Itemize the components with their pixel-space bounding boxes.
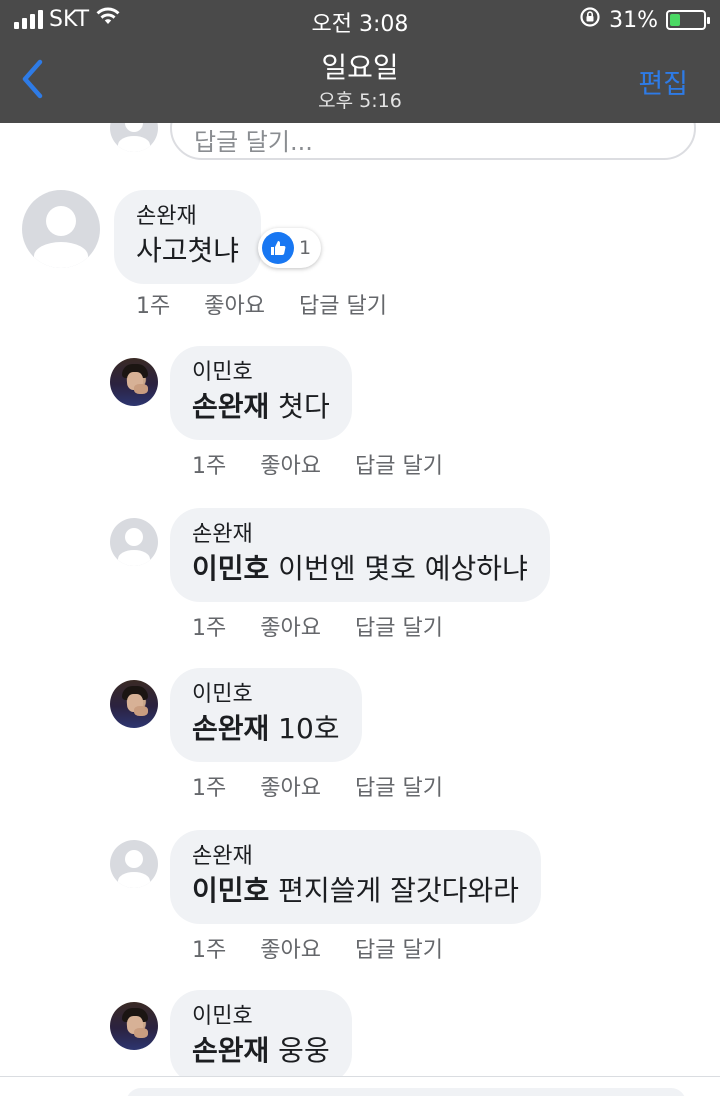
comment-text: 이민호 이번엔 몇호 예상하냐 [192, 552, 528, 585]
comment-actions: 1주 좋아요 답글 달기 [192, 610, 443, 642]
avatar-photo[interactable] [110, 1002, 158, 1050]
comment-bubble[interactable]: 이민호 손완재 10호 [170, 668, 362, 762]
bottom-comment-input[interactable] [126, 1088, 686, 1096]
like-button[interactable]: 좋아요 [204, 288, 265, 320]
reply-button[interactable]: 답글 달기 [355, 448, 443, 480]
comment-author[interactable]: 이민호 [192, 680, 340, 710]
comment-author[interactable]: 이민호 [192, 1002, 330, 1032]
comment-text: 손완재 웅웅 [192, 1034, 330, 1067]
comment-actions: 1주 좋아요 답글 달기 [192, 770, 443, 802]
like-button[interactable]: 좋아요 [260, 610, 321, 642]
top-bar: SKT 오전 3:08 31% 일요일 오후 5:16 편집 [0, 0, 720, 123]
comment-author[interactable]: 손완재 [192, 520, 528, 550]
comment-age: 1주 [192, 938, 227, 963]
battery-icon [666, 10, 710, 30]
comment-actions: 1주 좋아요 답글 달기 [192, 448, 443, 480]
reply-button[interactable]: 답글 달기 [355, 932, 443, 964]
avatar[interactable] [110, 840, 158, 888]
comment-text: 사고쳣냐 [136, 234, 240, 267]
mention-link[interactable]: 이민호 [192, 552, 269, 585]
comment-text: 이민호 편지쓸게 잘갓다와라 [192, 874, 519, 907]
comment-bubble[interactable]: 이민호 손완재 쳣다 [170, 346, 352, 440]
comment-actions: 1주 좋아요 답글 달기 [136, 288, 387, 320]
nav-subtitle: 오후 5:16 [318, 90, 402, 112]
avatar-photo[interactable] [110, 358, 158, 406]
comment-bubble[interactable]: 손완재 이민호 이번엔 몇호 예상하냐 [170, 508, 550, 602]
comment-author[interactable]: 이민호 [192, 358, 330, 388]
comment-age: 1주 [192, 616, 227, 641]
comment-age: 1주 [136, 294, 171, 319]
like-button[interactable]: 좋아요 [260, 932, 321, 964]
reply-button[interactable]: 답글 달기 [299, 288, 387, 320]
rotation-lock-icon [579, 6, 601, 34]
status-bar: SKT 오전 3:08 31% [0, 0, 720, 40]
avatar[interactable] [110, 518, 158, 566]
reply-button[interactable]: 답글 달기 [355, 770, 443, 802]
mention-link[interactable]: 손완재 [192, 1034, 269, 1067]
comment-actions: 1주 좋아요 답글 달기 [192, 932, 443, 964]
battery-percent: 31% [609, 7, 658, 33]
reply-button[interactable]: 답글 달기 [355, 610, 443, 642]
thumbs-up-icon [262, 232, 294, 264]
avatar-photo[interactable] [110, 680, 158, 728]
nav-title: 일요일 [321, 51, 399, 84]
comment-author[interactable]: 손완재 [192, 842, 519, 872]
mention-link[interactable]: 손완재 [192, 712, 269, 745]
comment-age: 1주 [192, 454, 227, 479]
comment-bubble[interactable]: 이민호 손완재 웅웅 [170, 990, 352, 1084]
mention-link[interactable]: 손완재 [192, 390, 269, 423]
comment-age: 1주 [192, 776, 227, 801]
comment-bubble[interactable]: 손완재 사고쳣냐 [114, 190, 262, 284]
status-right: 31% [579, 6, 710, 34]
reaction-count: 1 [299, 237, 312, 259]
comment-bubble[interactable]: 손완재 이민호 편지쓸게 잘갓다와라 [170, 830, 541, 924]
like-button[interactable]: 좋아요 [260, 770, 321, 802]
comment-text: 손완재 쳣다 [192, 390, 330, 423]
reaction-badge[interactable]: 1 [258, 228, 322, 268]
mention-link[interactable]: 이민호 [192, 874, 269, 907]
comment-text: 손완재 10호 [192, 712, 340, 745]
like-button[interactable]: 좋아요 [260, 448, 321, 480]
screen: 답글 달기... 손완재 사고쳣냐 1 1주 좋아요 답글 달기 이민호 손완재… [0, 0, 720, 1096]
avatar[interactable] [22, 190, 100, 268]
edit-button[interactable]: 편집 [638, 62, 688, 101]
comment-author[interactable]: 손완재 [136, 202, 239, 232]
